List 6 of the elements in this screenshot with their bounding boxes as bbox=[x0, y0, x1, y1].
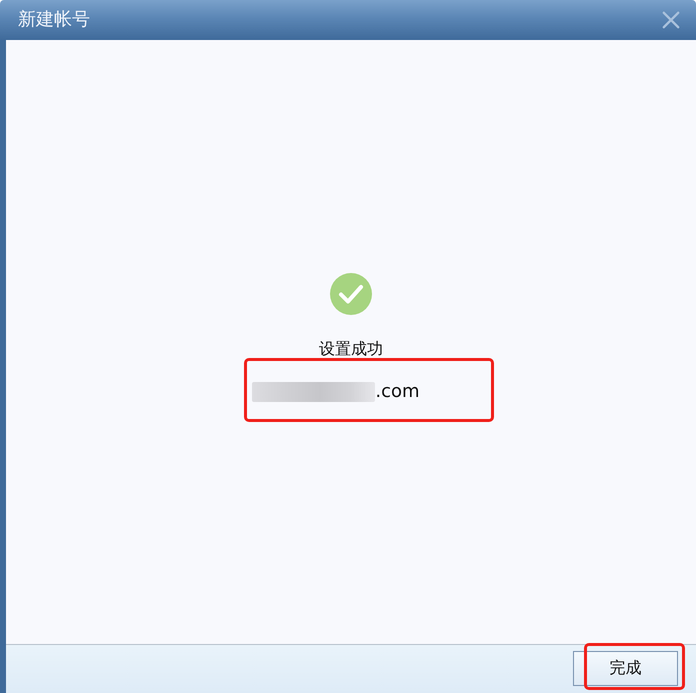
account-address: .com bbox=[375, 380, 420, 404]
close-icon[interactable] bbox=[662, 11, 680, 29]
success-message: 设置成功 bbox=[319, 340, 383, 358]
success-check-icon bbox=[330, 273, 372, 315]
window-title: 新建帐号 bbox=[18, 8, 90, 32]
done-button[interactable]: 完成 bbox=[573, 651, 678, 686]
